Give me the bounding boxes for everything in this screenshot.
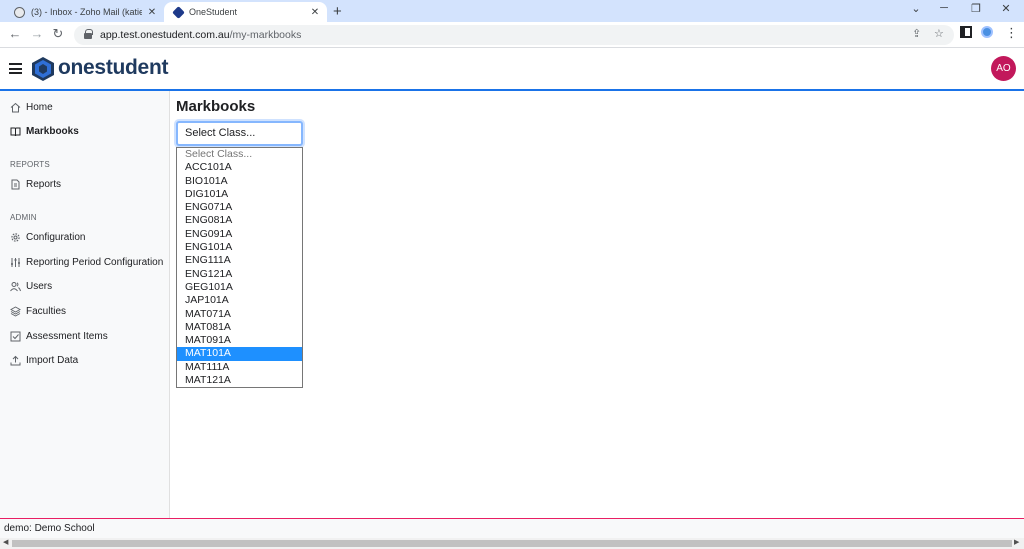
sidebar-item-label: Import Data: [26, 354, 79, 366]
side-panel-icon[interactable]: [960, 26, 972, 38]
select-option[interactable]: GEG101A: [177, 281, 302, 294]
select-option[interactable]: DIG101A: [177, 188, 302, 201]
restore-window-button[interactable]: ❐: [966, 2, 986, 15]
browser-tab-zoho-mail[interactable]: (3) - Inbox - Zoho Mail (katie.sch ✕: [4, 2, 164, 22]
sidebar-item-label: Markbooks: [26, 125, 79, 137]
scroll-right-arrow-icon[interactable]: ▶: [1014, 538, 1019, 546]
hamburger-menu-icon[interactable]: [9, 63, 22, 74]
upload-icon: [10, 355, 21, 366]
lock-icon: [84, 29, 93, 39]
browser-toolbar: ← → ↻ app.test.onestudent.com.au/my-mark…: [0, 22, 1024, 48]
sliders-icon: [10, 257, 21, 268]
select-option[interactable]: MAT121A: [177, 374, 302, 387]
forward-arrow-icon[interactable]: →: [29, 26, 45, 41]
select-option[interactable]: Select Class...: [177, 148, 302, 161]
mail-favicon-icon: [14, 6, 25, 18]
horizontal-scrollbar[interactable]: ◀ ▶: [0, 538, 1024, 549]
bookmark-star-icon[interactable]: ☆: [934, 27, 944, 40]
document-icon: [10, 179, 21, 190]
sidebar-item-label: Home: [26, 101, 53, 113]
sidebar-item-reporting-period-configuration[interactable]: Reporting Period Configuration: [10, 254, 163, 270]
sidebar-item-assessment-items[interactable]: Assessment Items: [10, 328, 108, 344]
book-icon: [10, 126, 21, 137]
select-option[interactable]: ENG111A: [177, 254, 302, 267]
scroll-left-arrow-icon[interactable]: ◀: [3, 538, 8, 546]
sidebar-item-label: Faculties: [26, 305, 67, 317]
app-header: onestudent AO: [0, 48, 1024, 91]
checkbox-icon: [10, 331, 21, 342]
minimize-window-button[interactable]: ─: [934, 2, 954, 14]
reload-icon[interactable]: ↻: [50, 26, 66, 42]
sidebar-item-users[interactable]: Users: [10, 278, 52, 294]
select-option[interactable]: ENG081A: [177, 214, 302, 227]
select-option[interactable]: ENG121A: [177, 268, 302, 281]
close-tab-icon[interactable]: ✕: [146, 7, 158, 18]
section-label-admin: ADMIN: [10, 213, 37, 222]
address-bar[interactable]: app.test.onestudent.com.au/my-markbooks …: [74, 25, 954, 45]
sidebar-item-label: Reports: [26, 178, 62, 190]
browser-menu-icon[interactable]: ⋮: [1005, 25, 1018, 41]
sidebar-item-configuration[interactable]: Configuration: [10, 229, 85, 245]
onestudent-logo-icon: [32, 57, 54, 81]
close-tab-icon[interactable]: ✕: [309, 7, 321, 18]
section-label-reports: REPORTS: [10, 160, 50, 169]
select-option[interactable]: ENG091A: [177, 228, 302, 241]
select-option[interactable]: JAP101A: [177, 294, 302, 307]
sidebar-item-label: Users: [26, 280, 53, 292]
gear-icon: [10, 232, 21, 243]
footer-status: demo: Demo School: [0, 518, 1024, 538]
back-arrow-icon[interactable]: ←: [7, 26, 23, 41]
browser-tab-onestudent[interactable]: OneStudent ✕: [164, 2, 327, 22]
sidebar-item-label: Assessment Items: [26, 330, 108, 342]
select-option[interactable]: ENG071A: [177, 201, 302, 214]
sidebar-item-reports[interactable]: Reports: [10, 176, 61, 192]
extension-icon[interactable]: [981, 26, 993, 38]
tab-title: OneStudent: [189, 7, 238, 17]
sidebar-item-home[interactable]: Home: [10, 99, 53, 115]
select-option[interactable]: ENG101A: [177, 241, 302, 254]
sidebar-item-faculties[interactable]: Faculties: [10, 303, 66, 319]
page-title: Markbooks: [176, 98, 256, 115]
select-option[interactable]: MAT101A: [177, 347, 302, 361]
select-option[interactable]: MAT081A: [177, 321, 302, 334]
class-select[interactable]: Select Class...: [176, 121, 303, 146]
share-icon[interactable]: ⇪: [912, 27, 921, 40]
new-tab-button[interactable]: +: [333, 3, 342, 20]
user-avatar[interactable]: AO: [991, 56, 1016, 81]
home-icon: [10, 102, 21, 113]
tab-title: (3) - Inbox - Zoho Mail (katie.sch: [31, 7, 142, 17]
layers-icon: [10, 305, 21, 317]
sidebar-item-label: Configuration: [26, 231, 86, 243]
sidebar: Home Markbooks REPORTS Reports ADMIN Con…: [0, 91, 170, 518]
select-option[interactable]: MAT111A: [177, 361, 302, 374]
sidebar-item-label: Reporting Period Configuration: [26, 256, 164, 268]
scrollbar-thumb[interactable]: [12, 540, 1012, 547]
close-window-button[interactable]: ✕: [996, 2, 1016, 15]
url-host: app.test.onestudent.com.au: [100, 29, 230, 41]
select-option[interactable]: BIO101A: [177, 175, 302, 188]
select-option[interactable]: ACC101A: [177, 161, 302, 174]
select-option[interactable]: MAT091A: [177, 334, 302, 347]
url-path: /my-markbooks: [229, 29, 302, 41]
select-option[interactable]: MAT071A: [177, 308, 302, 321]
browser-tab-bar: (3) - Inbox - Zoho Mail (katie.sch ✕ One…: [0, 0, 1024, 22]
sidebar-item-import-data[interactable]: Import Data: [10, 352, 78, 368]
tab-search-icon[interactable]: ⌄: [906, 2, 926, 15]
class-select-dropdown: Select Class... ACC101A BIO101A DIG101A ENG0…: [176, 147, 303, 388]
sidebar-item-markbooks[interactable]: Markbooks: [10, 123, 79, 139]
users-icon: [10, 281, 21, 292]
logo-text: onestudent: [58, 56, 169, 79]
onestudent-favicon-icon: [172, 5, 185, 19]
